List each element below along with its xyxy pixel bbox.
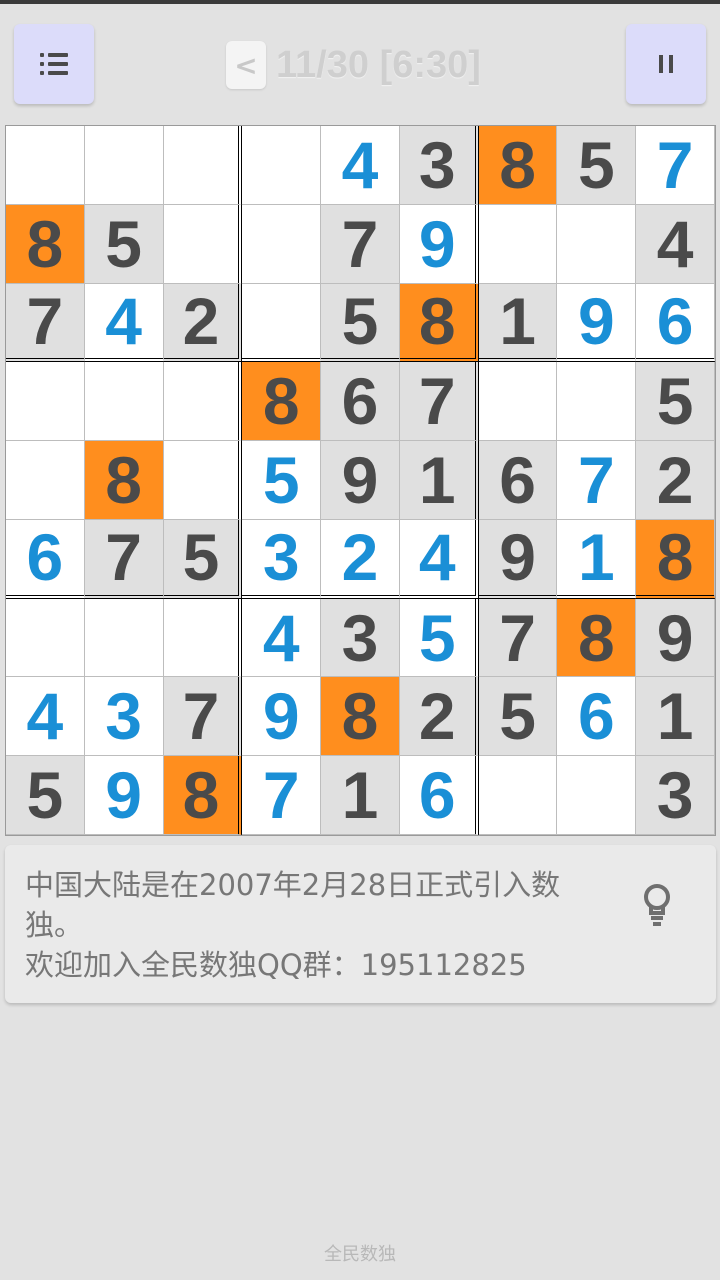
puzzle-progress-timer: 11/30 [6:30] xyxy=(276,43,481,86)
sudoku-cell-r4c2[interactable] xyxy=(84,362,164,442)
sudoku-cell-r2c1[interactable]: 8 xyxy=(6,204,85,284)
sudoku-cell-r5c2[interactable]: 8 xyxy=(84,441,164,520)
sudoku-cell-r2c6[interactable]: 9 xyxy=(399,204,479,284)
sudoku-cell-r7c3[interactable] xyxy=(163,598,243,678)
sudoku-cell-r6c9[interactable]: 8 xyxy=(636,519,715,599)
sudoku-cell-r9c4[interactable]: 7 xyxy=(242,756,322,835)
sudoku-cell-r3c1[interactable]: 7 xyxy=(6,283,85,363)
sudoku-cell-r8c6[interactable]: 2 xyxy=(399,677,479,757)
tip-line-1: 中国大陆是在2007年2月28日正式引入数独。 xyxy=(25,868,561,942)
sudoku-cell-r7c1[interactable] xyxy=(6,598,85,678)
sudoku-cell-r9c3[interactable]: 8 xyxy=(163,756,243,835)
sudoku-cell-r3c5[interactable]: 5 xyxy=(321,283,400,363)
sudoku-cell-r1c5[interactable]: 4 xyxy=(321,126,400,205)
footer-app-name: 全民数独 xyxy=(324,1244,396,1265)
sudoku-cell-r1c3[interactable] xyxy=(163,126,243,205)
sudoku-cell-r2c5[interactable]: 7 xyxy=(321,204,400,284)
sudoku-cell-r5c9[interactable]: 2 xyxy=(636,441,715,520)
sudoku-cell-r1c8[interactable]: 5 xyxy=(557,126,637,205)
sudoku-cell-r9c8[interactable] xyxy=(557,756,637,835)
sudoku-cell-r4c9[interactable]: 5 xyxy=(636,362,715,442)
sudoku-cell-r6c4[interactable]: 3 xyxy=(242,519,322,599)
sudoku-cell-r4c5[interactable]: 6 xyxy=(321,362,400,442)
previous-puzzle-button[interactable]: < xyxy=(226,41,266,89)
sudoku-cell-r2c3[interactable] xyxy=(163,204,243,284)
sudoku-cell-r5c8[interactable]: 7 xyxy=(557,441,637,520)
sudoku-cell-r3c4[interactable] xyxy=(242,283,322,363)
sudoku-cell-r5c7[interactable]: 6 xyxy=(478,441,558,520)
sudoku-cell-r3c3[interactable]: 2 xyxy=(163,283,243,363)
sudoku-cell-r8c1[interactable]: 4 xyxy=(6,677,85,757)
sudoku-cell-r8c9[interactable]: 1 xyxy=(636,677,715,757)
title-group: < 11/30 [6:30] xyxy=(226,40,481,90)
sudoku-cell-r7c7[interactable]: 7 xyxy=(478,598,558,678)
sudoku-cell-r4c4[interactable]: 8 xyxy=(242,362,322,442)
sudoku-cell-r6c2[interactable]: 7 xyxy=(84,519,164,599)
sudoku-cell-r9c9[interactable]: 3 xyxy=(636,756,715,835)
list-menu-icon xyxy=(40,53,68,75)
sudoku-cell-r9c5[interactable]: 1 xyxy=(321,756,400,835)
sudoku-cell-r2c2[interactable]: 5 xyxy=(84,204,164,284)
tip-text: 中国大陆是在2007年2月28日正式引入数独。 欢迎加入全民数独QQ群：1951… xyxy=(25,865,615,985)
sudoku-cell-r2c9[interactable]: 4 xyxy=(636,204,715,284)
sudoku-cell-r3c9[interactable]: 6 xyxy=(636,283,715,363)
sudoku-cell-r2c8[interactable] xyxy=(557,204,637,284)
sudoku-cell-r5c5[interactable]: 9 xyxy=(321,441,400,520)
tip-line-2: 欢迎加入全民数独QQ群：195112825 xyxy=(25,948,527,982)
sudoku-cell-r1c9[interactable]: 7 xyxy=(636,126,715,205)
sudoku-cell-r5c4[interactable]: 5 xyxy=(242,441,322,520)
sudoku-cell-r3c7[interactable]: 1 xyxy=(478,283,558,363)
sudoku-cell-r7c9[interactable]: 9 xyxy=(636,598,715,678)
sudoku-cell-r3c2[interactable]: 4 xyxy=(84,283,164,363)
sudoku-cell-r5c3[interactable] xyxy=(163,441,243,520)
sudoku-cell-r4c7[interactable] xyxy=(478,362,558,442)
header-bar: < 11/30 [6:30] xyxy=(0,4,720,120)
pause-button[interactable] xyxy=(626,24,706,104)
info-card: 中国大陆是在2007年2月28日正式引入数独。 欢迎加入全民数独QQ群：1951… xyxy=(5,845,716,1003)
sudoku-cell-r1c1[interactable] xyxy=(6,126,85,205)
menu-button[interactable] xyxy=(14,24,94,104)
sudoku-cell-r6c5[interactable]: 2 xyxy=(321,519,400,599)
sudoku-cell-r6c8[interactable]: 1 xyxy=(557,519,637,599)
sudoku-cell-r7c5[interactable]: 3 xyxy=(321,598,400,678)
lightbulb-icon[interactable] xyxy=(641,883,673,929)
sudoku-cell-r9c6[interactable]: 6 xyxy=(399,756,479,835)
sudoku-cell-r8c4[interactable]: 9 xyxy=(242,677,322,757)
sudoku-cell-r9c2[interactable]: 9 xyxy=(84,756,164,835)
sudoku-cell-r7c6[interactable]: 5 xyxy=(399,598,479,678)
sudoku-cell-r3c8[interactable]: 9 xyxy=(557,283,637,363)
sudoku-cell-r6c3[interactable]: 5 xyxy=(163,519,243,599)
sudoku-cell-r8c3[interactable]: 7 xyxy=(163,677,243,757)
sudoku-cell-r1c2[interactable] xyxy=(84,126,164,205)
sudoku-cell-r7c2[interactable] xyxy=(84,598,164,678)
sudoku-cell-r6c6[interactable]: 4 xyxy=(399,519,479,599)
sudoku-cell-r8c7[interactable]: 5 xyxy=(478,677,558,757)
sudoku-cell-r7c8[interactable]: 8 xyxy=(557,598,637,678)
pause-icon xyxy=(659,55,673,73)
sudoku-cell-r4c1[interactable] xyxy=(6,362,85,442)
sudoku-cell-r5c6[interactable]: 1 xyxy=(399,441,479,520)
sudoku-cell-r6c7[interactable]: 9 xyxy=(478,519,558,599)
sudoku-cell-r2c7[interactable] xyxy=(478,204,558,284)
sudoku-cell-r9c1[interactable]: 5 xyxy=(6,756,85,835)
sudoku-cell-r7c4[interactable]: 4 xyxy=(242,598,322,678)
sudoku-cell-r1c4[interactable] xyxy=(242,126,322,205)
sudoku-cell-r4c3[interactable] xyxy=(163,362,243,442)
sudoku-cell-r8c2[interactable]: 3 xyxy=(84,677,164,757)
sudoku-cell-r2c4[interactable] xyxy=(242,204,322,284)
sudoku-cell-r9c7[interactable] xyxy=(478,756,558,835)
sudoku-cell-r4c6[interactable]: 7 xyxy=(399,362,479,442)
sudoku-cell-r1c7[interactable]: 8 xyxy=(478,126,558,205)
sudoku-cell-r5c1[interactable] xyxy=(6,441,85,520)
sudoku-cell-r6c1[interactable]: 6 xyxy=(6,519,85,599)
sudoku-board: 4385785794742581968675859167267532491843… xyxy=(5,125,716,836)
sudoku-cell-r8c5[interactable]: 8 xyxy=(321,677,400,757)
sudoku-cell-r8c8[interactable]: 6 xyxy=(557,677,637,757)
sudoku-cell-r4c8[interactable] xyxy=(557,362,637,442)
sudoku-cell-r3c6[interactable]: 8 xyxy=(399,283,479,363)
sudoku-cell-r1c6[interactable]: 3 xyxy=(399,126,479,205)
